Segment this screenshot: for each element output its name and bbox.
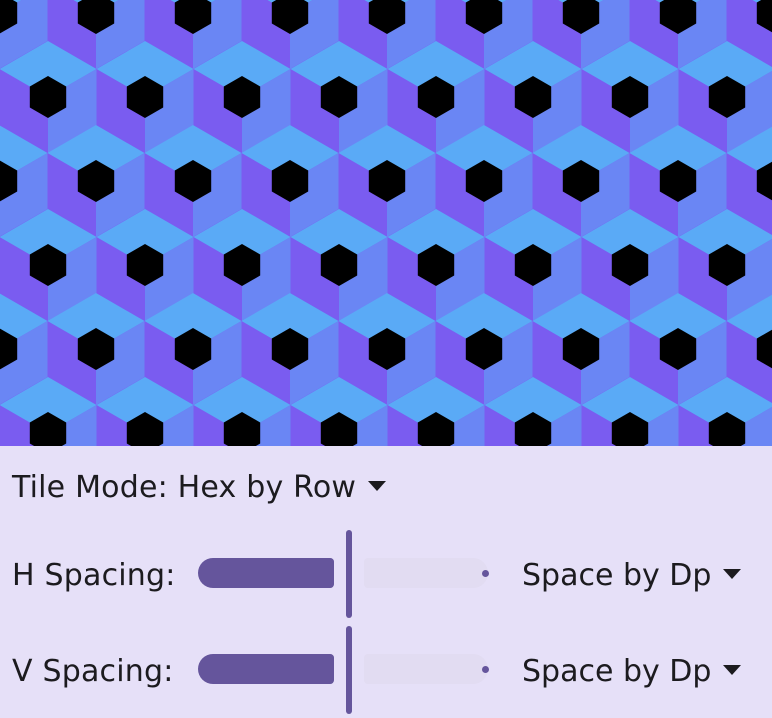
v-spacing-row: V Spacing: Space by Dp [0, 626, 772, 718]
chevron-down-icon [723, 664, 742, 675]
v-spacing-slider[interactable] [196, 626, 494, 716]
hex-hole [756, 0, 772, 33]
h-spacing-mode-value: Space by Dp [522, 558, 712, 593]
h-spacing-stop-dot [482, 570, 489, 577]
tile-mode-row: Tile Mode: Hex by Row [0, 460, 772, 520]
hex-tile-pattern [0, 0, 772, 446]
v-spacing-label: V Spacing: [12, 654, 174, 689]
tile-mode-label: Tile Mode: [12, 470, 168, 505]
h-spacing-mode-dropdown[interactable]: Space by Dp [522, 558, 742, 593]
h-spacing-active-track [198, 558, 334, 588]
v-spacing-active-track [198, 654, 334, 684]
v-spacing-mode-dropdown[interactable]: Space by Dp [522, 654, 742, 689]
h-spacing-inactive-track [364, 558, 488, 588]
h-spacing-label: H Spacing: [12, 558, 176, 593]
v-spacing-mode-value: Space by Dp [522, 654, 712, 689]
controls-panel: Tile Mode: Hex by Row H Spacing: Space b… [0, 446, 772, 718]
chevron-down-icon [368, 480, 387, 491]
v-spacing-handle[interactable] [346, 626, 352, 714]
hex-pattern-canvas [0, 0, 772, 446]
h-spacing-slider[interactable] [196, 530, 494, 620]
tile-mode-value: Hex by Row [177, 470, 357, 505]
h-spacing-row: H Spacing: Space by Dp [0, 530, 772, 622]
tile-mode-dropdown[interactable]: Tile Mode: Hex by Row [12, 470, 387, 505]
v-spacing-inactive-track [364, 654, 488, 684]
v-spacing-stop-dot [482, 666, 489, 673]
chevron-down-icon [723, 568, 742, 579]
h-spacing-handle[interactable] [346, 530, 352, 618]
